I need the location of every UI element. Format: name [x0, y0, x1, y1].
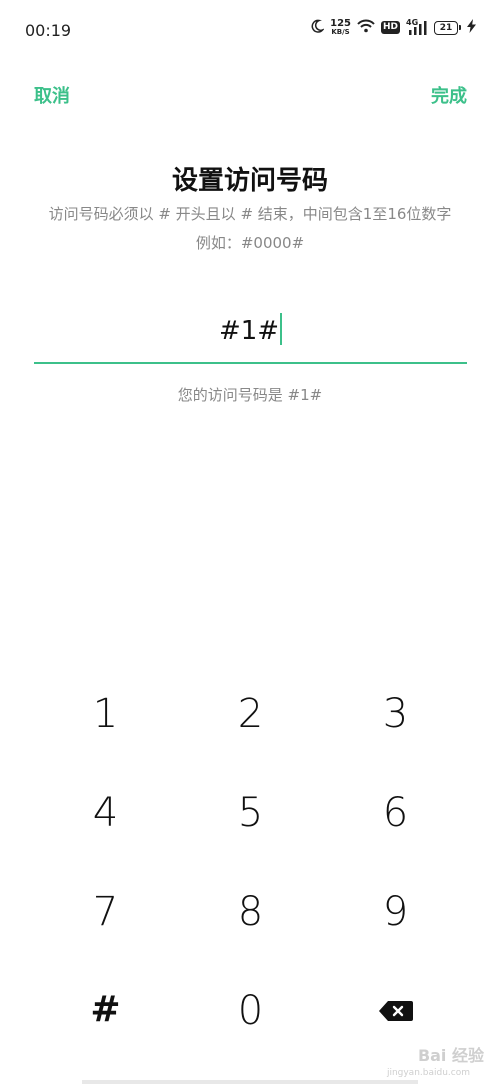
key-5[interactable]: 5	[178, 764, 323, 862]
key-3[interactable]: 3	[323, 665, 468, 763]
done-button[interactable]: 完成	[431, 82, 467, 108]
format-example: 例如：#0000#	[195, 234, 305, 252]
status-bar: 00:19 125 KB/S HD 4G 21	[0, 0, 500, 60]
key-1[interactable]: 1	[33, 665, 178, 763]
charging-icon	[467, 18, 476, 37]
status-time: 00:19	[25, 21, 72, 40]
network-speed: 125 KB/S	[330, 17, 351, 37]
hd-icon: HD	[380, 21, 400, 34]
watermark-url: jingyan.baidu.com	[386, 1068, 470, 1078]
access-code-input[interactable]: #1#	[34, 300, 467, 364]
key-9[interactable]: 9	[323, 863, 468, 961]
key-hash[interactable]: #	[33, 960, 178, 1058]
key-2[interactable]: 2	[178, 665, 323, 763]
key-6[interactable]: 6	[323, 764, 468, 862]
cancel-button[interactable]: 取消	[34, 82, 70, 108]
battery-icon: 21	[434, 20, 461, 35]
watermark-logo: Bai 经验	[417, 1046, 484, 1065]
battery-level: 21	[434, 20, 458, 35]
wifi-icon	[357, 18, 375, 37]
moon-icon	[310, 18, 326, 37]
network-speed-unit: KB/S	[331, 27, 350, 36]
status-icons: 125 KB/S HD 4G 21	[310, 18, 476, 37]
key-0[interactable]: 0	[178, 962, 323, 1060]
text-cursor	[280, 313, 283, 345]
key-4[interactable]: 4	[33, 764, 178, 862]
backspace-icon	[378, 986, 414, 1032]
signal-icon: 4G	[406, 18, 428, 36]
key-8[interactable]: 8	[178, 863, 323, 961]
access-code-result: 您的访问号码是 #1#	[177, 386, 323, 404]
home-indicator[interactable]	[82, 1080, 418, 1084]
access-code-value: #1#	[218, 316, 280, 346]
key-7[interactable]: 7	[33, 863, 178, 961]
network-speed-value: 125	[330, 17, 351, 29]
page-title: 设置访问号码	[171, 166, 328, 196]
page-description: 访问号码必须以 # 开头且以 # 结束，中间包含1至16位数字	[48, 205, 452, 223]
